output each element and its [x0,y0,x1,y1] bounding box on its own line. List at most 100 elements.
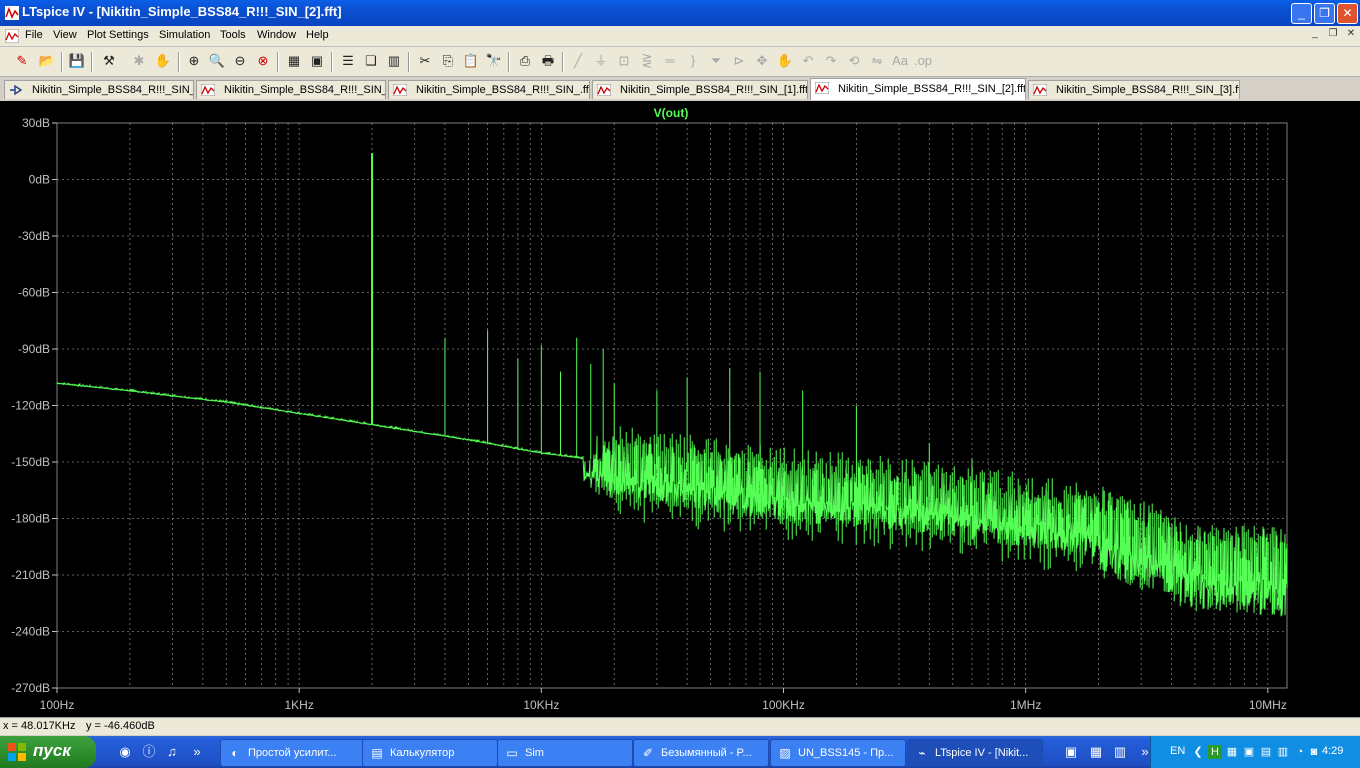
y-tick-label: -270dB [11,681,50,695]
plot-grid [56,122,1287,689]
tray-display-icon[interactable]: ▥ [1276,745,1290,759]
tray-arrow-icon[interactable]: ❮ [1191,745,1205,759]
taskbar-tool-icon[interactable]: ▣ [1062,743,1080,761]
fft-chart[interactable]: 30dB 0dB -30dB -60dB -90dB -120dB -150dB -180dB… [0,101,1360,717]
window-title: LTspice IV - [Nikitin_Simple_BSS84_R!!!_… [22,4,342,19]
wire-icon[interactable]: ╱ [568,51,588,71]
task-viewer[interactable]: ▨ UN_BSS145 - Пр... [770,739,906,767]
paste-icon[interactable]: 📋 [461,51,481,71]
start-button[interactable]: пуск [0,736,96,768]
pan-icon[interactable]: 🔍 [207,51,227,71]
halt-icon[interactable]: ✋ [153,51,173,71]
undo-icon[interactable]: ↶ [798,51,818,71]
clock: 4:29 [1322,745,1344,757]
x-tick-label: 10MHz [1249,698,1287,712]
rotate-icon[interactable]: ⟲ [844,51,864,71]
drag-icon[interactable]: ✋ [775,51,795,71]
quicklaunch-ie-icon[interactable]: ◉ [116,743,134,761]
inductor-icon[interactable]: } [683,51,703,71]
cascade-icon[interactable]: ❏ [361,51,381,71]
menu-simulation[interactable]: Simulation [159,29,210,41]
spice-directive-icon[interactable]: .op [913,51,933,71]
zoom-full-icon[interactable]: ⊗ [253,51,273,71]
taskbar-tool-icon[interactable]: ▥ [1111,743,1129,761]
component-icon[interactable]: ⊳ [729,51,749,71]
tray-network-icon[interactable]: ▦ [1225,745,1239,759]
waveform-icon [1033,84,1047,96]
task-label: Безымянный - P... [661,747,752,759]
minimize-button[interactable]: _ [1291,3,1312,24]
autorange-icon[interactable]: ▦ [284,51,304,71]
y-tick-label: -120dB [11,399,50,413]
ground-icon[interactable]: ⏚ [591,51,611,71]
open-folder-icon[interactable]: 📂 [37,51,57,71]
resistor-icon[interactable]: ⋛ [637,51,657,71]
print-icon[interactable]: 🖶 [538,51,558,71]
menu-window[interactable]: Window [257,29,296,41]
firefox-icon: ◐ [231,746,239,760]
tab-schematic[interactable]: Nikitin_Simple_BSS84_R!!!_SIN_ [4,80,194,99]
cut-icon[interactable]: ✂ [415,51,435,71]
mdi-close-icon[interactable]: ✕ [1344,28,1358,42]
find-icon[interactable]: 🔭 [484,51,504,71]
tab-fft-1[interactable]: Nikitin_Simple_BSS84_R!!!_SIN_[1].fft [592,80,808,99]
capacitor-icon[interactable]: ═ [660,51,680,71]
trace-title: V(out) [654,106,689,120]
run-icon[interactable]: ✱ [129,51,149,71]
label-net-icon[interactable]: ⊡ [614,51,634,71]
language-indicator[interactable]: EN [1170,745,1185,757]
save-icon[interactable]: 💾 [67,51,87,71]
taskbar-tool-icon[interactable]: ▦ [1087,743,1105,761]
waveform-icon [815,82,829,94]
paint-icon: ✐ [642,746,654,760]
restore-button[interactable]: ❐ [1314,3,1335,24]
quicklaunch-info-icon[interactable]: ⓘ [140,743,158,761]
menu-view[interactable]: View [53,29,77,41]
mdi-restore-icon[interactable]: ❐ [1326,28,1340,42]
task-label: Простой усилит... [248,747,337,759]
tab-label: Nikitin_Simple_BSS84_R!!!_SIN_[2].fft [838,83,1026,95]
task-calculator[interactable]: ▤ Калькулятор [362,739,498,767]
task-firefox[interactable]: ◐ Простой усилит... [220,739,364,767]
print-preview-icon[interactable]: ⎙ [515,51,535,71]
control-panel-icon[interactable]: ⚒ [99,51,119,71]
tab-fft-2[interactable]: Nikitin_Simple_BSS84_R!!!_SIN_[2].fft [810,78,1026,100]
tab-waveform-1[interactable]: Nikitin_Simple_BSS84_R!!!_SIN_ [196,80,386,99]
menu-tools[interactable]: Tools [220,29,246,41]
tab-fft[interactable]: Nikitin_Simple_BSS84_R!!!_SIN_.fft [388,80,590,99]
tray-antivirus-icon[interactable]: ◙ [1307,745,1321,759]
quicklaunch-more-icon[interactable]: » [188,743,206,761]
task-paint[interactable]: ✐ Безымянный - P... [633,739,769,767]
copy-icon[interactable]: ⎘ [438,51,458,71]
zoom-out-icon[interactable]: ⊖ [230,51,250,71]
y-tick-labels: 30dB 0dB -30dB -60dB -90dB -120dB -150dB -180dB… [11,116,57,695]
menu-plot-settings[interactable]: Plot Settings [87,29,149,41]
tile-vertical-icon[interactable]: ▥ [384,51,404,71]
waveform-plot[interactable]: 30dB 0dB -30dB -60dB -90dB -120dB -150dB -180dB… [0,101,1360,717]
pick-traces-icon[interactable]: ▣ [307,51,327,71]
move-icon[interactable]: ✥ [752,51,772,71]
x-tick-labels: 100Hz 1KHz 10KHz 100KHz 1MHz 10MHz [40,688,1287,712]
tray-app-icon[interactable]: H [1208,745,1222,759]
tab-fft-3[interactable]: Nikitin_Simple_BSS84_R!!!_SIN_[3].fft [1028,80,1240,99]
tray-network-icon[interactable]: ▣ [1242,745,1256,759]
new-schematic-icon[interactable]: ✎ [12,51,32,71]
redo-icon[interactable]: ↷ [821,51,841,71]
quicklaunch-app-icon[interactable]: ♫ [163,743,181,761]
ltspice-app-icon [5,6,19,20]
zoom-in-icon[interactable]: ⊕ [184,51,204,71]
diode-icon[interactable]: ⏷ [706,51,726,71]
calculator-icon: ▤ [371,746,383,760]
close-button[interactable]: ✕ [1337,3,1358,24]
task-ltspice[interactable]: ⌁ LTspice IV - [Nikit... [907,739,1043,767]
text-icon[interactable]: Aa [890,51,910,71]
menu-help[interactable]: Help [306,29,329,41]
mdi-minimize-icon[interactable]: _ [1308,28,1322,42]
tray-network-icon[interactable]: ▤ [1259,745,1273,759]
document-icon[interactable] [5,29,19,43]
task-sim-folder[interactable]: ▭ Sim [497,739,633,767]
menu-file[interactable]: File [25,29,43,41]
tray-sound-icon[interactable]: ◔ [1293,745,1307,759]
tile-horizontal-icon[interactable]: ☰ [338,51,358,71]
mirror-icon[interactable]: ⇋ [867,51,887,71]
